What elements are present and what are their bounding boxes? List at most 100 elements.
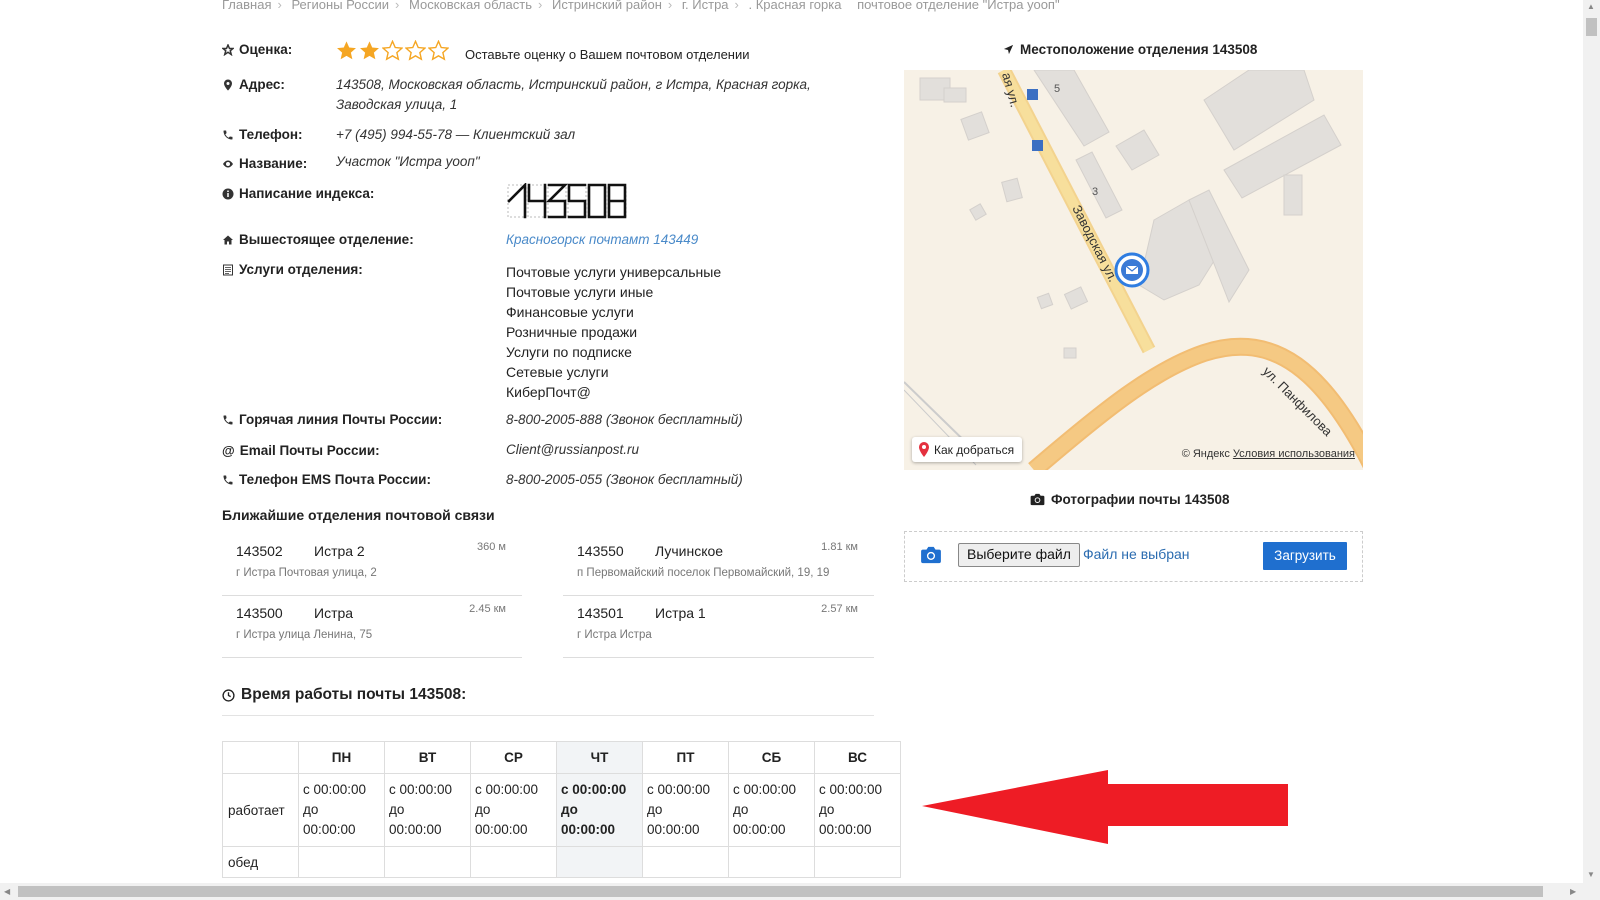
- rating-label: Оценка:: [222, 42, 292, 57]
- ems-label: Телефон EMS Почта России:: [222, 472, 431, 487]
- ems-label-text: Телефон EMS Почта России:: [239, 472, 431, 487]
- horizontal-scroll-thumb[interactable]: [18, 886, 1543, 897]
- breadcrumb-item[interactable]: Истринский район: [552, 0, 662, 12]
- photos-title-text: Фотографии почты 143508: [1051, 492, 1230, 507]
- office-address: г Истра Истра: [577, 629, 652, 641]
- photo-upload-box: Выберите файл Файл не выбран Загрузить: [904, 531, 1363, 582]
- vertical-scrollbar[interactable]: ▲ ▼: [1583, 0, 1600, 900]
- nearest-office[interactable]: 143502 Истра 2 360 м г Истра Почтовая ул…: [222, 533, 522, 596]
- breadcrumb-item[interactable]: г. Истра: [682, 0, 729, 12]
- office-distance: 1.81 км: [821, 541, 858, 553]
- office-name: Лучинское: [655, 543, 724, 559]
- phone-icon: [223, 475, 233, 484]
- star-filled-icon[interactable]: [336, 40, 357, 61]
- map-house-5: 5: [1054, 83, 1060, 95]
- service-item: Розничные продажи: [506, 324, 638, 340]
- office-address: п Первомайский поселок Первомайский, 19,…: [577, 567, 830, 579]
- name-row: Название:: [222, 156, 307, 173]
- email-label-text: Email Почты России:: [239, 443, 380, 458]
- map-title: Местоположение отделения 143508: [1003, 42, 1257, 57]
- choose-file-button[interactable]: Выберите файл: [958, 543, 1080, 567]
- office-code: 143500: [236, 605, 283, 621]
- index-row: Написание индекса:: [222, 186, 374, 203]
- map-pin-icon: [919, 442, 929, 457]
- phone-icon: [223, 415, 233, 424]
- rating-prompt: Оставьте оценку о Вашем почтовом отделен…: [465, 47, 750, 62]
- day-header: ПТ: [642, 741, 729, 774]
- post-office-marker-icon[interactable]: [1114, 252, 1150, 288]
- lunch-cell: [384, 846, 471, 878]
- phone-icon: [223, 130, 233, 139]
- index-label: Написание индекса:: [222, 186, 374, 201]
- vertical-scroll-thumb[interactable]: [1586, 18, 1597, 36]
- lunch-cell: [642, 846, 729, 878]
- services-row: Услуги отделения:: [222, 262, 363, 279]
- camera-icon: [1030, 493, 1045, 506]
- office-distance: 360 м: [477, 541, 506, 553]
- address-row: Адрес:: [222, 77, 285, 94]
- hotline-value: 8-800-2005-888 (Звонок бесплатный): [506, 412, 743, 427]
- breadcrumb-item[interactable]: . Красная горка: [749, 0, 842, 12]
- row-label: обед: [222, 846, 299, 878]
- breadcrumb-item[interactable]: Главная: [222, 0, 271, 12]
- star-empty-icon[interactable]: [428, 40, 449, 61]
- scroll-up-arrow-icon[interactable]: ▲: [1587, 2, 1595, 11]
- map-copyright: © Яндекс Условия использования: [1182, 448, 1355, 460]
- terms-link[interactable]: Условия использования: [1233, 448, 1355, 460]
- nearest-office[interactable]: 143550 Лучинское 1.81 км п Первомайский …: [563, 533, 874, 596]
- breadcrumb-item[interactable]: Регионы России: [291, 0, 389, 12]
- breadcrumb-item[interactable]: Московская область: [409, 0, 532, 12]
- map-street-label: ая ул.: [999, 71, 1023, 109]
- service-item: Почтовые услуги универсальные: [506, 264, 722, 280]
- star-empty-icon[interactable]: [405, 40, 426, 61]
- breadcrumb-current: почтовое отделение "Истра уооп": [857, 0, 1060, 12]
- home-icon: [223, 235, 233, 244]
- nearest-office[interactable]: 143501 Истра 1 2.57 км г Истра Истра: [563, 595, 874, 658]
- phone-row: Телефон:: [222, 127, 303, 144]
- page: Главная › Регионы России › Московская обла…: [0, 0, 1583, 883]
- star-filled-icon[interactable]: [359, 40, 380, 61]
- service-item: Почтовые услуги иные: [506, 284, 654, 300]
- location-arrow-icon: [1003, 44, 1014, 55]
- nearest-office[interactable]: 143500 Истра 2.45 км г Истра улица Ленин…: [222, 595, 522, 658]
- address-label: Адрес:: [222, 77, 285, 92]
- map-house-3: 3: [1092, 186, 1098, 198]
- upload-button[interactable]: Загрузить: [1263, 542, 1347, 570]
- name-value: Участок "Истра уооп": [336, 154, 480, 169]
- scroll-down-arrow-icon[interactable]: ▼: [1587, 870, 1595, 879]
- scroll-left-arrow-icon[interactable]: ◀: [4, 887, 10, 896]
- address-label-text: Адрес:: [239, 77, 285, 92]
- lunch-cell: [728, 846, 815, 878]
- horizontal-scrollbar[interactable]: ◀ ▶: [0, 883, 1583, 900]
- email-value[interactable]: Client@russianpost.ru: [506, 442, 639, 457]
- map[interactable]: 5 3 Заводская ул. ул. Панфилова ая ул. К…: [904, 70, 1363, 470]
- email-row: @ Email Почты России:: [222, 442, 380, 458]
- phone-label-text: Телефон:: [239, 127, 303, 142]
- lunch-cell: [470, 846, 557, 878]
- star-empty-icon[interactable]: [382, 40, 403, 61]
- day-header: СБ: [728, 741, 815, 774]
- row-label: работает: [222, 773, 299, 847]
- star-outline-icon: [222, 43, 234, 56]
- services-label: Услуги отделения:: [222, 262, 363, 277]
- parent-label: Вышестоящее отделение:: [222, 232, 414, 247]
- office-code: 143502: [236, 543, 283, 559]
- parent-office-link[interactable]: Красногорск почтамт 143449: [506, 232, 698, 247]
- scroll-right-arrow-icon[interactable]: ▶: [1570, 887, 1576, 896]
- office-address: г Истра улица Ленина, 75: [236, 629, 373, 641]
- phone-label: Телефон:: [222, 127, 303, 142]
- directions-button[interactable]: Как добраться: [912, 437, 1023, 462]
- nearest-title: Ближайшие отделения почтовой связи: [222, 507, 495, 523]
- hours-cell: с 00:00:00 до 00:00:00: [470, 773, 557, 847]
- index-stencil-digits: [507, 183, 627, 219]
- services-list: Почтовые услуги универсальные Почтовые у…: [506, 262, 721, 402]
- hours-lunch-row: обед: [222, 846, 901, 878]
- day-header-today: ЧТ: [556, 741, 643, 774]
- day-header: ВС: [814, 741, 901, 774]
- hours-corner: [222, 741, 299, 774]
- rating-stars[interactable]: [336, 40, 449, 61]
- at-sign-icon: @: [222, 443, 235, 458]
- hours-cell: с 00:00:00 до 00:00:00: [728, 773, 815, 847]
- office-name: Истра: [314, 605, 354, 621]
- office-distance: 2.45 км: [469, 603, 506, 615]
